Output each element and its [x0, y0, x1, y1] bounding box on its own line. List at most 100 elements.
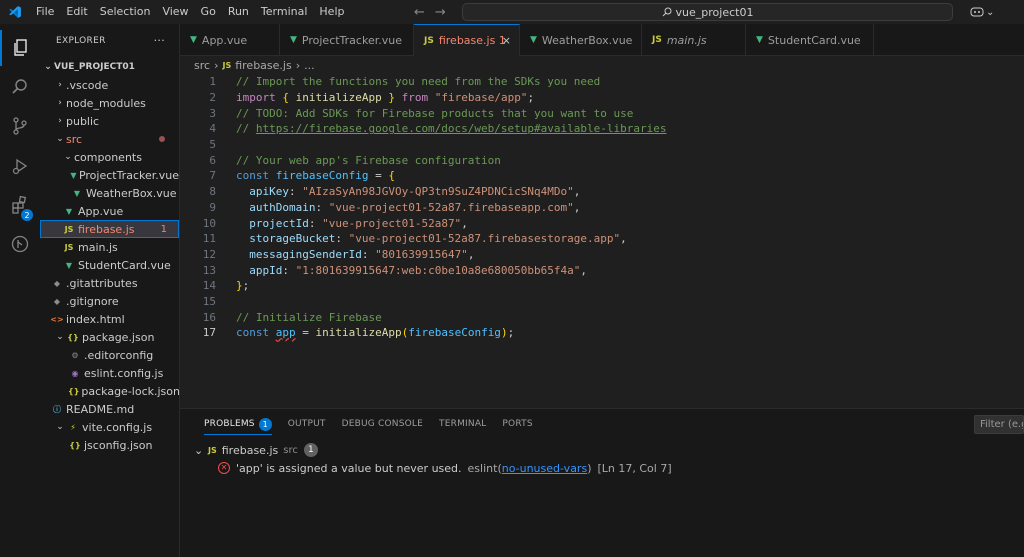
back-arrow-icon[interactable]: ←: [414, 5, 425, 20]
tree-item-gitattributes[interactable]: ◆ .gitattributes: [40, 274, 179, 292]
tree-item-eslint-config[interactable]: ◉ eslint.config.js: [40, 364, 179, 382]
code-editor[interactable]: 1 // Import the functions you need from …: [180, 74, 1024, 408]
problem-count: 1: [160, 223, 167, 235]
vscode-logo-icon: [0, 0, 30, 24]
tree-item-firebase-js[interactable]: JS firebase.js 1: [40, 220, 179, 238]
tree-item-package-lock[interactable]: {} package-lock.json: [40, 382, 180, 400]
docs-link[interactable]: https://firebase.google.com/docs/web/set…: [256, 122, 667, 135]
code-line: 8 apiKey: "AIzaSyAn98JGVOy-QP3tn9SuZ4PDN…: [209, 185, 581, 199]
chevron-right-icon: ›: [214, 58, 219, 72]
json-file-icon: {}: [67, 332, 79, 342]
tab-projecttracker[interactable]: ▼ ProjectTracker.vue: [280, 24, 414, 56]
tab-problems[interactable]: PROBLEMS 1: [196, 409, 280, 439]
code-line: 15: [202, 294, 216, 308]
chevron-down-icon: ⌄: [56, 422, 64, 432]
forward-arrow-icon[interactable]: →: [435, 5, 446, 20]
menu-run[interactable]: Run: [222, 0, 255, 24]
panel-tabs: PROBLEMS 1 OUTPUT DEBUG CONSOLE TERMINAL…: [180, 409, 1024, 439]
tab-terminal[interactable]: TERMINAL: [431, 409, 494, 439]
vue-file-icon: ▼: [756, 35, 763, 45]
js-file-icon: JS: [64, 224, 74, 234]
menu-view[interactable]: View: [156, 0, 194, 24]
js-file-icon: JS: [208, 445, 217, 455]
tree-item-editorconfig[interactable]: ⚙ .editorconfig: [40, 346, 179, 364]
explorer-icon[interactable]: [0, 30, 40, 66]
tree-item-package-json[interactable]: ⌄ {} package.json: [40, 328, 179, 346]
tree-item-index-html[interactable]: <> index.html: [40, 310, 179, 328]
chevron-down-icon: ⌄: [44, 62, 52, 72]
source-control-icon[interactable]: [0, 108, 40, 144]
tree-root[interactable]: ⌄ VUE_PROJECT01: [40, 58, 179, 76]
extensions-icon[interactable]: 2: [0, 187, 40, 223]
tab-app-vue[interactable]: ▼ App.vue: [180, 24, 280, 56]
breadcrumb-file[interactable]: firebase.js: [235, 59, 291, 72]
breadcrumb: src › JS firebase.js › ...: [180, 56, 1024, 74]
code-line: 5: [209, 138, 216, 152]
tree-item-src[interactable]: ⌄ src: [40, 130, 179, 148]
git-file-icon: ◆: [53, 296, 61, 306]
vue-file-icon: ▼: [73, 188, 81, 198]
tree-item-vite-config[interactable]: ⌄ ⚡ vite.config.js: [40, 418, 179, 436]
chevron-down-icon: ⌄: [986, 6, 995, 18]
problems-badge: 1: [258, 417, 272, 431]
rule-link[interactable]: no-unused-vars: [502, 462, 587, 475]
vue-file-icon: ▼: [65, 206, 73, 216]
tree-item-node-modules[interactable]: › node_modules: [40, 94, 179, 112]
tab-ports[interactable]: PORTS: [494, 409, 540, 439]
menu-selection[interactable]: Selection: [94, 0, 157, 24]
more-actions-icon[interactable]: ···: [154, 34, 165, 47]
breadcrumb-symbol[interactable]: ...: [304, 59, 315, 72]
tab-weatherbox[interactable]: ▼ WeatherBox.vue: [520, 24, 642, 56]
chevron-down-icon: ⌄: [64, 152, 72, 162]
bottom-panel: PROBLEMS 1 OUTPUT DEBUG CONSOLE TERMINAL…: [180, 408, 1024, 557]
vue-file-icon: ▼: [530, 35, 537, 45]
git-file-icon: ◆: [53, 278, 61, 288]
code-line: 14 };: [202, 279, 250, 293]
tab-debug-console[interactable]: DEBUG CONSOLE: [334, 409, 431, 439]
run-debug-icon[interactable]: [0, 148, 40, 184]
explorer-title: EXPLORER: [56, 36, 106, 46]
vue-file-icon: ▼: [70, 170, 77, 180]
tree-item-weatherbox[interactable]: ▼ WeatherBox.vue: [40, 184, 179, 202]
remote-explorer-icon[interactable]: [0, 226, 40, 262]
code-line: 6 // Your web app's Firebase configurati…: [209, 153, 501, 167]
chevron-right-icon: ›: [58, 116, 62, 126]
activity-bar: 2: [0, 24, 40, 557]
chevron-right-icon: ›: [58, 80, 62, 90]
tree-item-readme[interactable]: ⓘ README.md: [40, 400, 179, 418]
menu-help[interactable]: Help: [313, 0, 350, 24]
menu-bar: File Edit Selection View Go Run Terminal…: [30, 0, 350, 24]
menu-go[interactable]: Go: [195, 0, 222, 24]
problems-filter-input[interactable]: Filter (e.g.: [974, 415, 1024, 434]
tree-item-public[interactable]: › public: [40, 112, 179, 130]
chevron-down-icon: ⌄: [56, 332, 64, 342]
tree-item-jsconfig[interactable]: {} jsconfig.json: [40, 436, 179, 454]
explorer-sidebar: EXPLORER ··· ⌄ VUE_PROJECT01 › .vscode ›…: [40, 24, 180, 557]
tab-firebase-js[interactable]: JS firebase.js 1 ×: [414, 24, 520, 56]
tab-output[interactable]: OUTPUT: [280, 409, 334, 439]
breadcrumb-folder[interactable]: src: [194, 59, 210, 72]
tree-item-gitignore[interactable]: ◆ .gitignore: [40, 292, 179, 310]
menu-edit[interactable]: Edit: [60, 0, 93, 24]
menu-file[interactable]: File: [30, 0, 60, 24]
tab-studentcard[interactable]: ▼ StudentCard.vue: [746, 24, 874, 56]
js-file-icon: JS: [222, 60, 232, 70]
code-line: 7 const firebaseConfig = {: [209, 169, 395, 183]
code-line: 4 // https://firebase.google.com/docs/we…: [209, 122, 667, 136]
copilot-icon[interactable]: ⌄: [970, 3, 994, 21]
tree-item-main-js[interactable]: JS main.js: [40, 238, 179, 256]
search-icon[interactable]: [0, 69, 40, 105]
tree-item-app-vue[interactable]: ▼ App.vue: [40, 202, 179, 220]
tab-main-js[interactable]: JS main.js: [642, 24, 746, 56]
error-icon: ✕: [218, 462, 230, 474]
tree-item-studentcard[interactable]: ▼ StudentCard.vue: [40, 256, 179, 274]
problem-file-row[interactable]: ⌄ JS firebase.js src 1: [180, 441, 1024, 459]
tree-item-projecttracker[interactable]: ▼ ProjectTracker.vue: [40, 166, 179, 184]
problem-row[interactable]: ✕ 'app' is assigned a value but never us…: [180, 459, 1024, 477]
tree-item-components[interactable]: ⌄ components: [40, 148, 179, 166]
menu-terminal[interactable]: Terminal: [255, 0, 314, 24]
gear-icon: ⚙: [71, 350, 79, 360]
close-icon[interactable]: ×: [502, 34, 511, 47]
command-center-search[interactable]: vue_project01: [462, 3, 953, 21]
tree-item-vscode[interactable]: › .vscode: [40, 76, 179, 94]
